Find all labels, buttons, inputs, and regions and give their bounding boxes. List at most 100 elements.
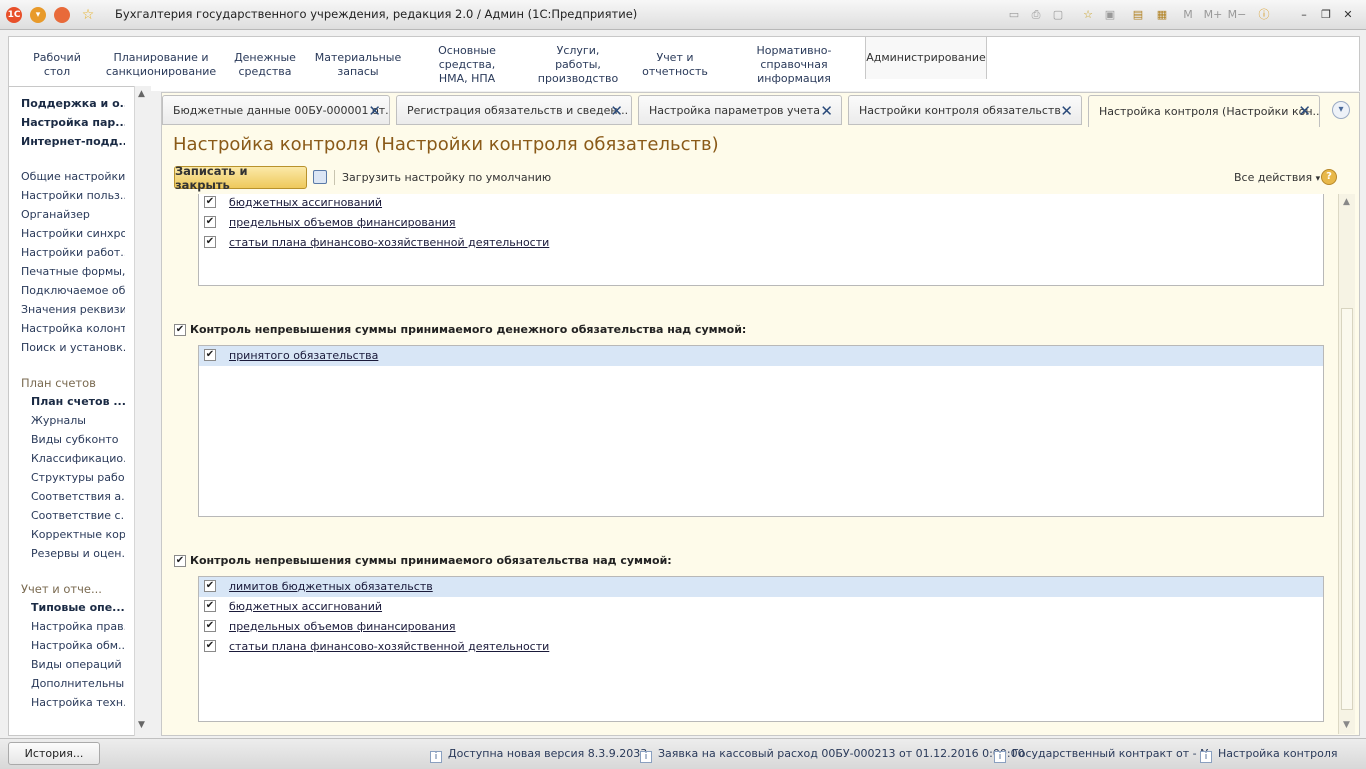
menu-materials[interactable]: Материальные запасы bbox=[313, 37, 403, 92]
close-icon[interactable]: ✕ bbox=[1298, 102, 1311, 120]
nav-organizer[interactable]: Органайзер bbox=[21, 208, 125, 221]
nav-search-install[interactable]: Поиск и установк... bbox=[21, 341, 125, 354]
tab-control-settings[interactable]: Настройки контроля обязательств ✕ bbox=[848, 95, 1082, 125]
menu-services[interactable]: Услуги, работы, производство bbox=[531, 37, 625, 92]
scroll-down-icon[interactable]: ▼ bbox=[138, 720, 145, 730]
app-logo-icon[interactable]: 1С bbox=[6, 7, 22, 23]
nav-internet-support[interactable]: Интернет-подд... bbox=[21, 135, 125, 148]
close-icon[interactable]: ✕ bbox=[820, 102, 833, 120]
history-icon[interactable]: ▣ bbox=[1102, 7, 1118, 23]
close-window-icon[interactable]: ✕ bbox=[1340, 7, 1356, 23]
nav-typical-operations[interactable]: Типовые опе... bbox=[31, 601, 125, 614]
memory-m-icon[interactable]: M bbox=[1180, 7, 1196, 23]
nav-correct-corr[interactable]: Корректные кор... bbox=[31, 528, 125, 541]
menu-accounting[interactable]: Учет и отчетность bbox=[635, 37, 715, 92]
close-icon[interactable]: ✕ bbox=[368, 102, 381, 120]
form-scrollbar[interactable]: ▲ ▼ bbox=[1338, 194, 1355, 734]
nav-general-settings[interactable]: Общие настройки bbox=[21, 170, 125, 183]
checkbox-checked-icon[interactable]: ✔ bbox=[204, 640, 216, 652]
list-item[interactable]: ✔ статьи плана финансово-хозяйственной д… bbox=[199, 637, 1323, 657]
menu-administration[interactable]: Администрирование bbox=[865, 37, 987, 79]
preview-icon[interactable]: ▢ bbox=[1050, 7, 1066, 23]
nav-correspondence-s[interactable]: Соответствие с... bbox=[31, 509, 125, 522]
memory-minus-icon[interactable]: M− bbox=[1226, 7, 1248, 23]
checkbox-checked-icon[interactable]: ✔ bbox=[204, 236, 216, 248]
item-label[interactable]: бюджетных ассигнований bbox=[229, 600, 382, 613]
tab-budget-data[interactable]: Бюджетные данные 00БУ-000001 от... ✕ bbox=[162, 95, 390, 125]
status-new-version[interactable]: i Доступна новая версия 8.3.9.2033. bbox=[430, 747, 651, 763]
checkbox-checked-icon[interactable]: ✔ bbox=[204, 620, 216, 632]
checkbox-checked-icon[interactable]: ✔ bbox=[204, 349, 216, 361]
scroll-thumb[interactable] bbox=[1341, 308, 1353, 710]
item-label[interactable]: принятого обязательства bbox=[229, 349, 378, 362]
scroll-up-icon[interactable]: ▲ bbox=[138, 89, 145, 99]
nav-correspondences-a[interactable]: Соответствия а... bbox=[31, 490, 125, 503]
all-actions-menu[interactable]: Все действия ▾ bbox=[1234, 171, 1320, 184]
section-3-checkbox[interactable]: ✔ bbox=[174, 555, 186, 567]
menu-workdesk[interactable]: Рабочий стол bbox=[21, 37, 93, 92]
item-label[interactable]: предельных объемов финансирования bbox=[229, 216, 456, 229]
nav-chart-of-accounts[interactable]: План счетов ... bbox=[31, 395, 125, 408]
nav-attribute-values[interactable]: Значения реквизи... bbox=[21, 303, 125, 316]
menu-planning[interactable]: Планирование и санкционирование bbox=[105, 37, 217, 92]
section-2-checkbox[interactable]: ✔ bbox=[174, 324, 186, 336]
load-default-button[interactable]: Загрузить настройку по умолчанию bbox=[342, 171, 551, 184]
nav-sync-settings[interactable]: Настройки синхро... bbox=[21, 227, 125, 240]
close-icon[interactable]: ✕ bbox=[1060, 102, 1073, 120]
scroll-up-icon[interactable]: ▲ bbox=[1343, 197, 1350, 207]
checkbox-checked-icon[interactable]: ✔ bbox=[204, 600, 216, 612]
nav-support[interactable]: Поддержка и о... bbox=[21, 97, 125, 110]
nav-header-footer[interactable]: Настройка колонт... bbox=[21, 322, 125, 335]
history-button[interactable]: История... bbox=[8, 742, 100, 765]
nav-additional[interactable]: Дополнительны... bbox=[31, 677, 125, 690]
menu-reference[interactable]: Нормативно-справочная информация bbox=[725, 37, 863, 92]
status-control-setting[interactable]: i Настройка контроля bbox=[1200, 747, 1338, 763]
checkbox-checked-icon[interactable]: ✔ bbox=[204, 580, 216, 592]
nav-exchange-settings[interactable]: Настройка обм... bbox=[31, 639, 125, 652]
nav-work-settings[interactable]: Настройки работ... bbox=[21, 246, 125, 259]
favorites-star-icon[interactable]: ☆ bbox=[80, 7, 96, 23]
save-and-close-button[interactable]: Записать и закрыть bbox=[174, 164, 307, 192]
navigation-scrollbar[interactable]: ▲ ▼ bbox=[134, 86, 151, 736]
menu-money[interactable]: Денежные средства bbox=[229, 37, 301, 92]
tab-control-setting-active[interactable]: Настройка контроля (Настройки кон... ✕ bbox=[1088, 95, 1320, 127]
nav-rights-settings[interactable]: Настройка прав... bbox=[31, 620, 125, 633]
status-contract[interactable]: i Государственный контракт от - № bbox=[994, 747, 1212, 763]
nav-journals[interactable]: Журналы bbox=[31, 414, 125, 427]
scroll-down-icon[interactable]: ▼ bbox=[1343, 720, 1350, 730]
list-item[interactable]: ✔ статьи плана финансово-хозяйственной д… bbox=[199, 233, 1323, 253]
nav-user-settings[interactable]: Настройки польз... bbox=[21, 189, 125, 202]
save-icon[interactable] bbox=[313, 170, 327, 184]
calculator-icon[interactable]: ▤ bbox=[1130, 7, 1146, 23]
item-label[interactable]: предельных объемов финансирования bbox=[229, 620, 456, 633]
close-icon[interactable]: ✕ bbox=[610, 102, 623, 120]
tabs-list-icon[interactable]: ▾ bbox=[1332, 101, 1350, 119]
list-item[interactable]: ✔ бюджетных ассигнований bbox=[199, 597, 1323, 617]
checkbox-checked-icon[interactable]: ✔ bbox=[204, 216, 216, 228]
list-item-selected[interactable]: ✔ принятого обязательства bbox=[199, 346, 1323, 366]
memory-plus-icon[interactable]: M+ bbox=[1202, 7, 1224, 23]
item-label[interactable]: статьи плана финансово-хозяйственной дея… bbox=[229, 640, 549, 653]
info-icon[interactable]: ⓘ bbox=[1256, 7, 1272, 23]
nav-subconto-types[interactable]: Виды субконто bbox=[31, 433, 125, 446]
list-item-selected[interactable]: ✔ лимитов бюджетных обязательств bbox=[199, 577, 1323, 597]
nav-print-forms[interactable]: Печатные формы,... bbox=[21, 265, 125, 278]
nav-plugins[interactable]: Подключаемое об... bbox=[21, 284, 125, 297]
nav-settings-params[interactable]: Настройка пар... bbox=[21, 116, 125, 129]
tab-obligations-registration[interactable]: Регистрация обязательств и сведен... ✕ bbox=[396, 95, 632, 125]
list-item[interactable]: ✔ предельных объемов финансирования bbox=[199, 617, 1323, 637]
item-label[interactable]: статьи плана финансово-хозяйственной дея… bbox=[229, 236, 549, 249]
nav-work-structures[interactable]: Структуры рабо... bbox=[31, 471, 125, 484]
save-file-icon[interactable]: ▭ bbox=[1006, 7, 1022, 23]
nav-operation-types[interactable]: Виды операций ... bbox=[31, 658, 125, 671]
calendar-icon[interactable]: ▦ bbox=[1154, 7, 1170, 23]
list-item[interactable]: ✔ бюджетных ассигнований bbox=[199, 194, 1323, 213]
nav-reserves[interactable]: Резервы и оцен... bbox=[31, 547, 125, 560]
print-icon[interactable]: ⎙ bbox=[1028, 7, 1044, 23]
add-favorite-icon[interactable]: ☆ bbox=[1080, 7, 1096, 23]
item-label[interactable]: бюджетных ассигнований bbox=[229, 196, 382, 209]
menu-fixed-assets[interactable]: Основные средства, НМА, НПА bbox=[409, 37, 525, 92]
nav-tech-settings[interactable]: Настройка техн... bbox=[31, 696, 125, 709]
minimize-icon[interactable]: – bbox=[1296, 7, 1312, 23]
home-icon[interactable] bbox=[54, 7, 70, 23]
